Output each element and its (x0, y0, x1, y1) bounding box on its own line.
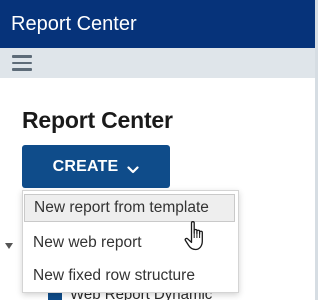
hand-cursor-icon (183, 219, 211, 253)
app-title: Report Center (11, 13, 137, 35)
caret-down-icon[interactable] (4, 238, 14, 249)
menu-item-label: New web report (33, 234, 142, 251)
create-button-label: CREATE (52, 157, 119, 175)
menu-item-new-report-from-template[interactable]: New report from template (24, 194, 235, 222)
hamburger-icon[interactable] (12, 55, 32, 71)
page-title: Report Center (22, 107, 173, 133)
chevron-down-icon (127, 162, 139, 173)
window-right-edge (315, 0, 318, 300)
menu-strip (0, 48, 315, 78)
menu-item-label: New report from template (34, 199, 209, 216)
create-button[interactable]: CREATE (22, 145, 170, 188)
menu-item-new-fixed-row-structure[interactable]: New fixed row structure (23, 260, 236, 291)
app-title-bar: Report Center (0, 0, 315, 48)
menu-item-label: New fixed row structure (33, 267, 195, 284)
page: Report Center Report Center CREATE Web R… (0, 0, 318, 300)
